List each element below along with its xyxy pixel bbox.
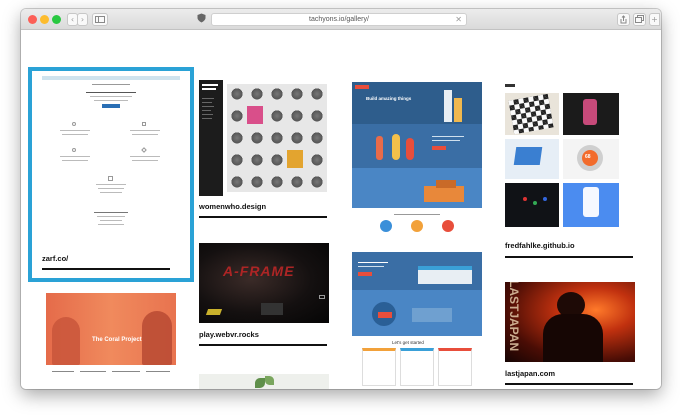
tabs-icon	[635, 15, 644, 23]
site-underline	[199, 344, 327, 346]
tabs-button[interactable]	[633, 13, 646, 26]
site-card-pricing[interactable]: Let's get started	[352, 252, 482, 389]
site-underline	[42, 268, 170, 270]
site-label[interactable]: lastjapan.com	[505, 369, 555, 378]
close-window-button[interactable]	[28, 15, 37, 24]
site-card-play-webvr-rocks[interactable]: A-FRAME play.webvr.rocks	[199, 243, 329, 351]
site-underline	[505, 383, 633, 385]
zoom-window-button[interactable]	[52, 15, 61, 24]
plus-icon: +	[651, 15, 658, 24]
site-label[interactable]: womenwho.design	[199, 202, 266, 211]
browser-window: ‹ › tachyons.io/gallery/ ✕ + zarf.co/ Th…	[21, 9, 661, 389]
site-thumbnail: 68	[505, 83, 635, 231]
chevron-right-icon: ›	[80, 15, 85, 24]
site-card-zarf[interactable]: zarf.co/	[32, 71, 190, 278]
address-bar[interactable]: tachyons.io/gallery/ ✕	[211, 13, 467, 26]
site-label[interactable]: zarf.co/	[42, 254, 68, 263]
minimize-window-button[interactable]	[40, 15, 49, 24]
site-card-plant[interactable]	[199, 374, 329, 389]
url-text: tachyons.io/gallery/	[309, 16, 369, 23]
share-button[interactable]	[617, 13, 630, 26]
sidebar-button[interactable]	[92, 13, 108, 26]
site-card-lastjapan-com[interactable]: LASTJAPAN lastjapan.com	[505, 282, 635, 389]
ex-headline-text: Build amazing things	[366, 96, 412, 101]
new-tab-button[interactable]: +	[649, 13, 660, 26]
gallery-page: zarf.co/ The Coral Project womenwho.desi…	[21, 30, 661, 389]
shield-icon	[197, 13, 205, 23]
site-card-build-amazing-things[interactable]: Build amazing things	[352, 82, 482, 246]
privacy-report-button[interactable]	[195, 13, 207, 26]
ex-pricing-text: Let's get started	[392, 340, 424, 345]
site-thumbnail	[199, 80, 329, 196]
webvr-title-text: A-FRAME	[223, 263, 295, 279]
close-icon[interactable]: ✕	[455, 14, 462, 25]
site-thumbnail: The Coral Project	[46, 293, 176, 379]
coral-title-text: The Coral Project	[92, 337, 142, 343]
site-thumbnail	[42, 76, 180, 246]
site-underline	[505, 256, 633, 258]
sidebar-icon	[95, 16, 105, 23]
site-label[interactable]: play.webvr.rocks	[199, 330, 259, 339]
site-card-coral-project[interactable]: The Coral Project	[46, 293, 176, 389]
site-label[interactable]: fredfahlke.github.io	[505, 241, 575, 250]
forward-button[interactable]: ›	[77, 13, 88, 26]
browser-toolbar: ‹ › tachyons.io/gallery/ ✕ +	[21, 9, 661, 30]
share-icon	[620, 15, 627, 24]
site-thumbnail: Let's get started	[352, 252, 482, 389]
site-card-fredfahlke-github-io[interactable]: 68 fredfahlke.github.io	[505, 83, 635, 259]
ex-nest-number: 68	[585, 154, 591, 160]
lastjapan-vertical-text: LASTJAPAN	[507, 282, 521, 352]
site-thumbnail: Build amazing things	[352, 82, 482, 246]
chevron-left-icon: ‹	[70, 15, 75, 24]
site-thumbnail: A-FRAME	[199, 243, 329, 323]
site-underline	[199, 216, 327, 218]
site-thumbnail: LASTJAPAN	[505, 282, 635, 362]
site-card-womenwho-design[interactable]: womenwho.design	[199, 80, 329, 222]
site-thumbnail	[199, 374, 329, 389]
